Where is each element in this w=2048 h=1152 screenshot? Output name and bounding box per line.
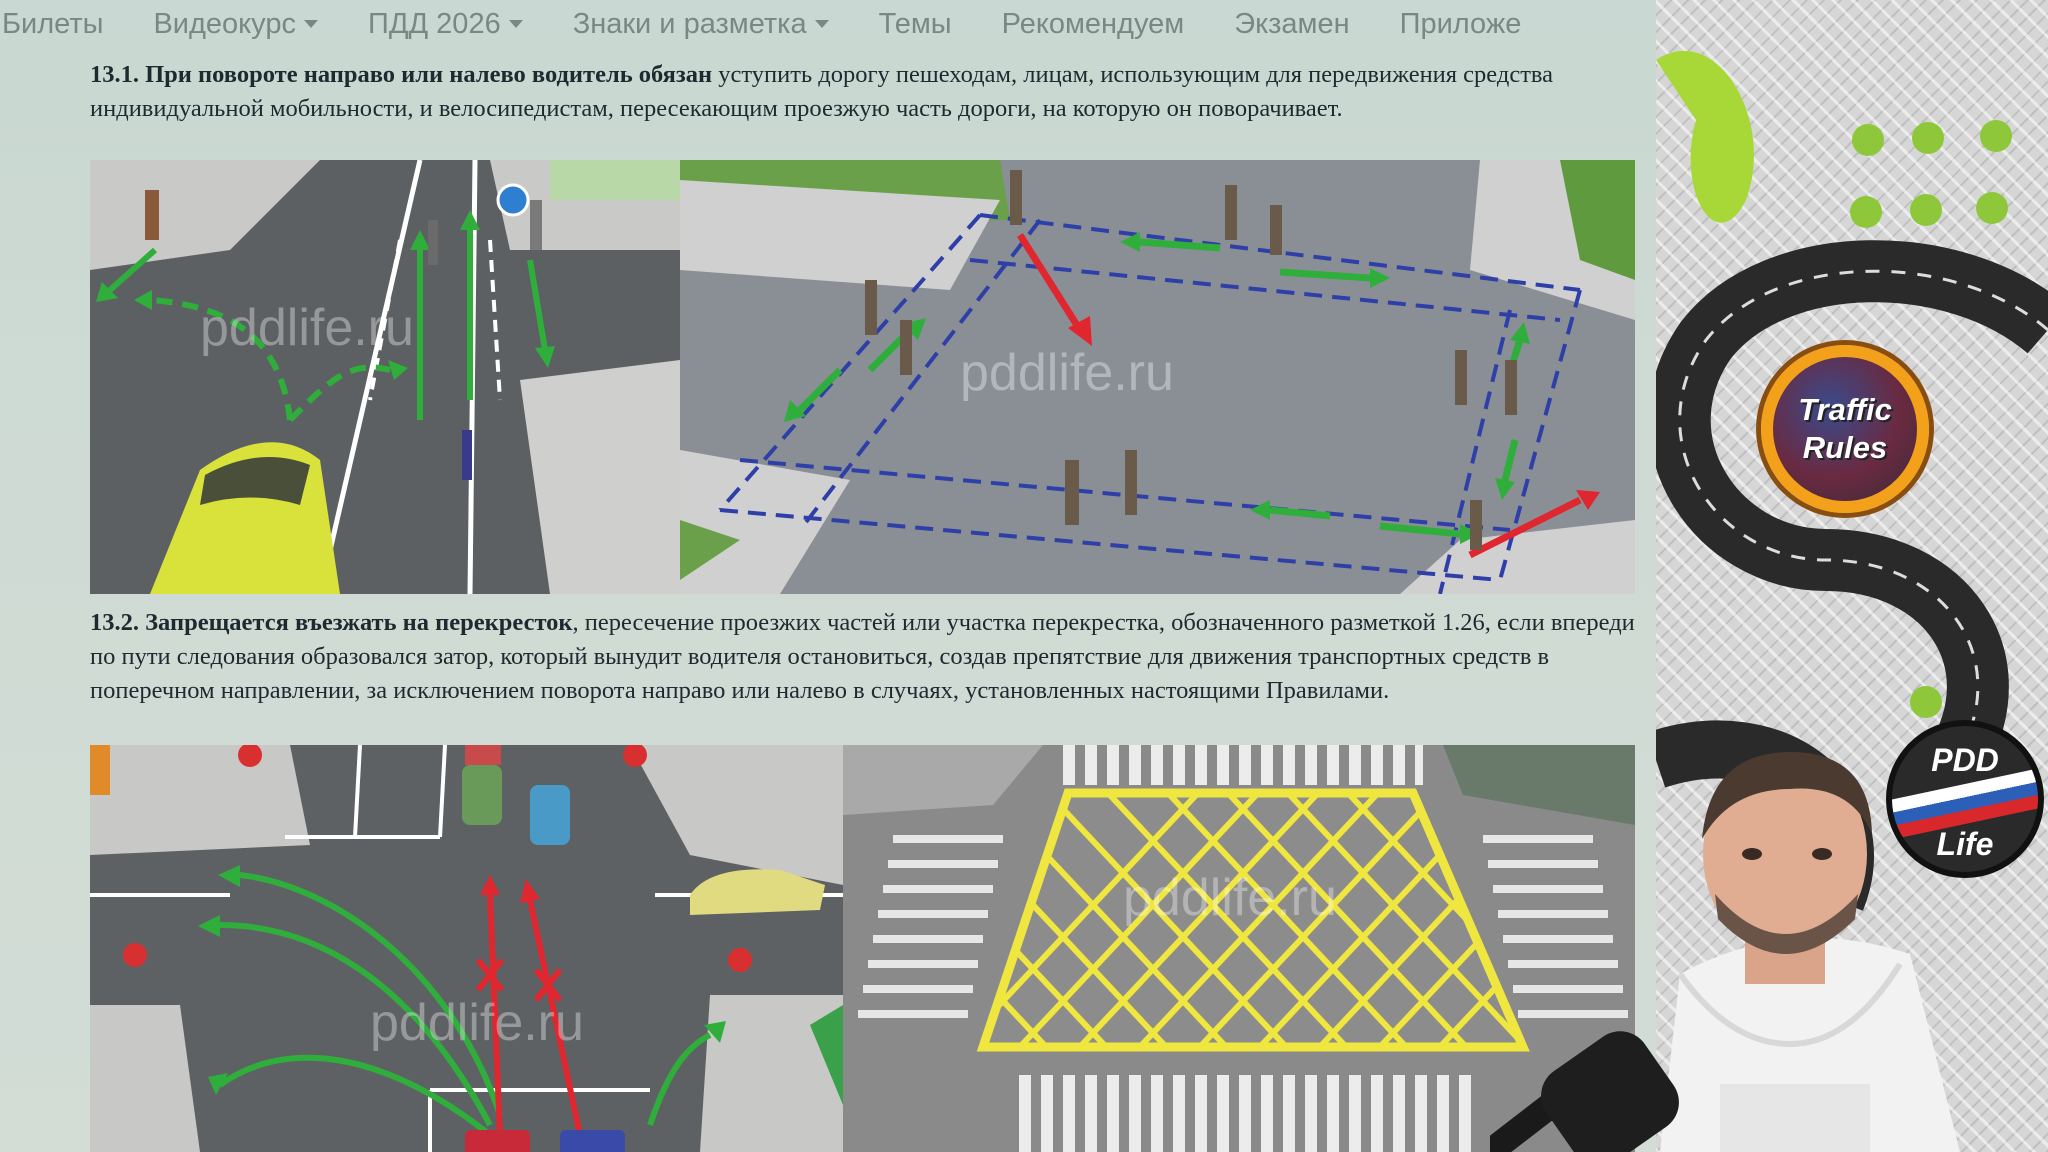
nav-item-signs-markings[interactable]: Знаки и разметка — [548, 8, 854, 41]
nav-item-pdd-2026[interactable]: ПДД 2026 — [343, 8, 548, 41]
nav-label: Знаки и разметка — [572, 7, 807, 40]
chevron-down-icon — [304, 20, 318, 28]
illustration-right-turn-cyclists: pddlife.ru — [90, 160, 680, 594]
main-content: Билеты Видеокурс ПДД 2026 Знаки и размет… — [0, 0, 1656, 1152]
badge-traffic-text: Traffic — [1798, 392, 1892, 427]
nav-item-exam[interactable]: Экзамен — [1209, 8, 1374, 41]
nav-item-app[interactable]: Приложе — [1375, 8, 1547, 41]
rule-13-1-heading: 13.1. При повороте направо или налево во… — [90, 61, 713, 88]
nav-label: Рекомендуем — [1001, 7, 1185, 40]
nav-item-topics[interactable]: Темы — [854, 8, 977, 41]
illustration-intersection-jam: pddlife.ru — [90, 745, 843, 1152]
watermark-text: pddlife.ru — [1123, 869, 1337, 927]
rule-13-2-text: 13.2. Запрещается въезжать на перекресто… — [90, 606, 1650, 708]
nav-label: Темы — [878, 7, 952, 40]
chevron-down-icon — [508, 20, 523, 28]
watermark-text: pddlife.ru — [200, 299, 414, 357]
rule-13-1-text: 13.1. При повороте направо или налево во… — [90, 58, 1650, 126]
top-navbar: Билеты Видеокурс ПДД 2026 Знаки и размет… — [0, 0, 1656, 48]
nav-label: Экзамен — [1234, 7, 1350, 40]
rule-13-2-heading: 13.2. Запрещается въезжать на перекресто… — [90, 609, 573, 636]
watermark-text: pddlife.ru — [370, 994, 584, 1052]
illustration-pedestrian-crossing: pddlife.ru — [680, 160, 1635, 594]
webcam-presenter — [1490, 744, 2048, 1152]
nav-item-video-course[interactable]: Видеокурс — [128, 8, 343, 41]
traffic-rules-badge: Traffic Rules — [1761, 345, 1929, 513]
badge-rules-text: Rules — [1802, 430, 1888, 465]
nav-label: Видеокурс — [153, 7, 296, 40]
nav-label: ПДД 2026 — [368, 7, 501, 40]
nav-item-recommend[interactable]: Рекомендуем — [977, 8, 1210, 41]
chevron-down-icon — [814, 20, 829, 28]
watermark-text: pddlife.ru — [960, 344, 1174, 402]
nav-label: Приложе — [1399, 7, 1522, 40]
nav-label: Билеты — [2, 7, 104, 40]
nav-item-tickets[interactable]: Билеты — [0, 8, 128, 41]
